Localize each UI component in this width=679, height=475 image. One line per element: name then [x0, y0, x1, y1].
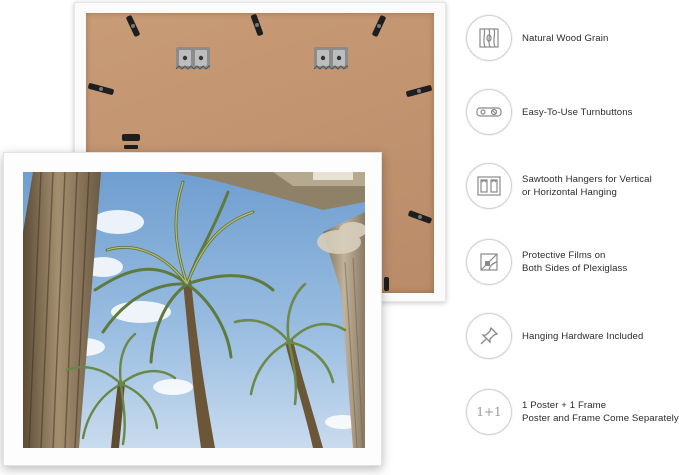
feature-text: Natural Wood Grain — [522, 32, 608, 45]
front-frame — [3, 152, 382, 466]
wood-grain-icon — [466, 15, 512, 61]
turnbutton-icon — [384, 277, 389, 291]
feature-text: Sawtooth Hangers for Vertical or Horizon… — [522, 173, 652, 199]
sawtooth-hanger-icon — [313, 47, 349, 70]
one-plus-one-icon: 1+1 — [466, 389, 512, 435]
turnbutton-icon — [88, 83, 114, 95]
product-image: Natural Wood Grain Easy-To-Use Turnbutto… — [0, 0, 679, 475]
feature-line: Sawtooth Hangers for Vertical — [522, 174, 652, 185]
feature-line: Protective Films on — [522, 250, 606, 261]
feature-line: Easy-To-Use Turnbuttons — [522, 106, 633, 118]
protective-film-icon — [466, 239, 512, 285]
one-plus-one-label: 1+1 — [476, 405, 502, 419]
feature-text: 1 Poster + 1 Frame Poster and Frame Come… — [522, 399, 679, 425]
turnbutton-icon — [372, 15, 386, 37]
turnbutton-icon — [250, 14, 264, 36]
feature-item-hanging-hardware: Hanging Hardware Included — [466, 312, 679, 360]
framed-photo — [23, 172, 365, 448]
feature-line: or Horizontal Hanging — [522, 187, 617, 198]
feature-text: Hanging Hardware Included — [522, 330, 643, 343]
turnbutton-icon — [408, 210, 432, 224]
push-pin-icon — [466, 313, 512, 359]
feature-line: Hanging Hardware Included — [522, 330, 644, 342]
feature-line: Both Sides of Plexiglass — [522, 263, 628, 274]
turnbutton-icon — [122, 134, 140, 149]
sawtooth-hanger-icon — [175, 47, 211, 70]
feature-list: Natural Wood Grain Easy-To-Use Turnbutto… — [466, 0, 679, 475]
feature-line: Poster and Frame Come Separately — [522, 413, 679, 424]
feature-item-wood-grain: Natural Wood Grain — [466, 14, 679, 62]
feature-item-turnbuttons: Easy-To-Use Turnbuttons — [466, 88, 679, 136]
sawtooth-hanger-icon — [466, 163, 512, 209]
turnbutton-icon — [466, 89, 512, 135]
feature-text: Easy-To-Use Turnbuttons — [522, 106, 633, 119]
feature-text: Protective Films on Both Sides of Plexig… — [522, 249, 627, 275]
feature-line: 1 Poster + 1 Frame — [522, 400, 607, 411]
feature-line: Natural Wood Grain — [522, 32, 609, 44]
turnbutton-icon — [406, 85, 432, 97]
feature-item-protective-films: Protective Films on Both Sides of Plexig… — [466, 238, 679, 286]
feature-item-sawtooth-hangers: Sawtooth Hangers for Vertical or Horizon… — [466, 162, 679, 210]
feature-item-poster-and-frame: 1+1 1 Poster + 1 Frame Poster and Frame … — [466, 388, 679, 436]
turnbutton-icon — [126, 15, 140, 37]
